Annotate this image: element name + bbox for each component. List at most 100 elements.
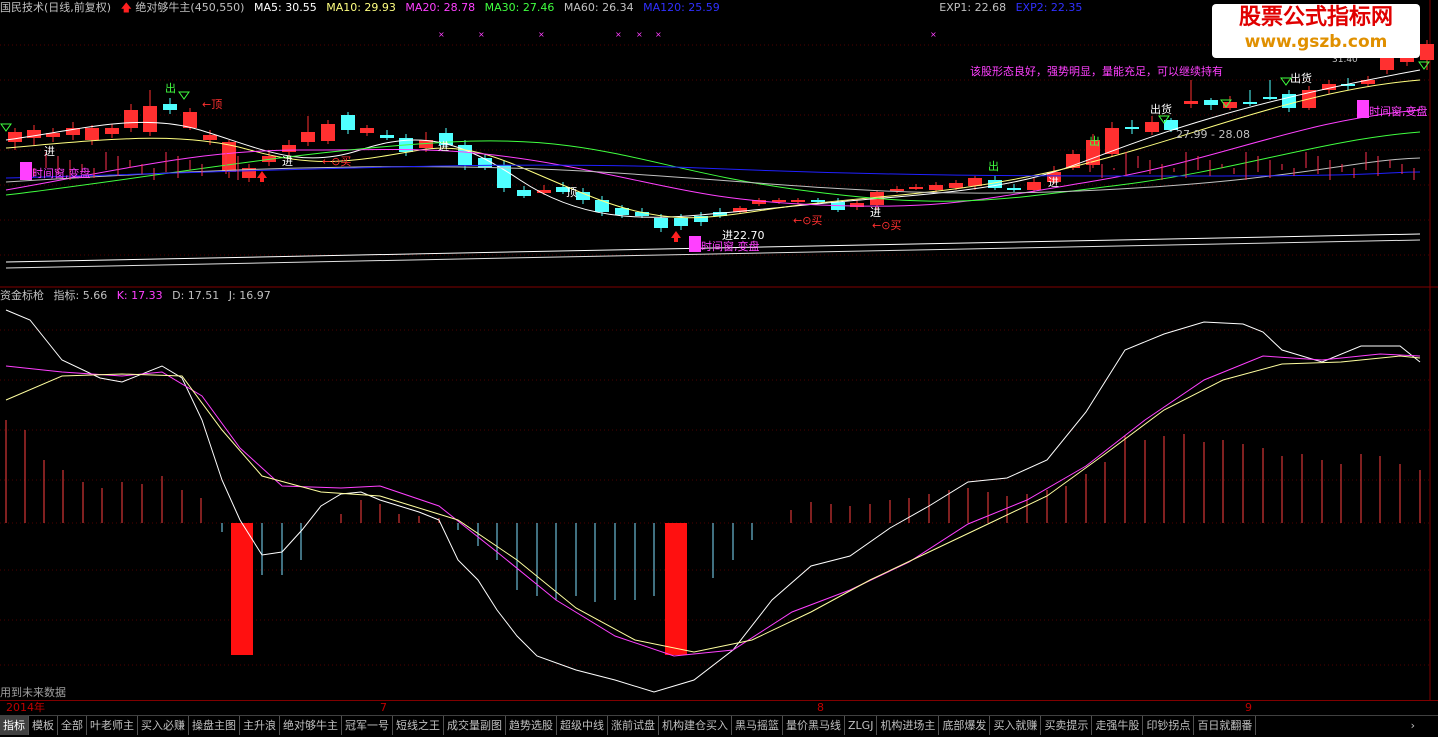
cross-marker-3: × — [615, 30, 622, 39]
future-data-note: 用到未来数据 — [0, 686, 66, 699]
tab-22[interactable]: 走强牛股 — [1092, 716, 1144, 735]
price-range-label: 27.99 - 28.08 — [1176, 128, 1250, 141]
ma60-value: MA60: 26.34 — [563, 1, 634, 14]
stock-title: 国民技术(日线,前复权) — [0, 1, 112, 14]
ma30-value: MA30: 27.46 — [484, 1, 555, 14]
cross-marker-1: × — [478, 30, 485, 39]
green-down-arrow-icon-0 — [0, 123, 12, 132]
tab-9[interactable]: 短线之王 — [393, 716, 444, 735]
cross-marker-0: × — [438, 30, 445, 39]
d-value: D: 17.51 — [172, 289, 220, 302]
j-value: J: 16.97 — [228, 289, 271, 302]
candle-body-41 — [811, 200, 825, 202]
axis-year: 2014年 — [6, 701, 45, 714]
candle-body-33 — [654, 218, 668, 228]
candle-body-18 — [360, 128, 374, 133]
candle-body-58 — [1145, 122, 1159, 132]
cross-marker-4: × — [636, 30, 643, 39]
tab-20[interactable]: 买入就赚 — [990, 716, 1042, 735]
signal-bar-2 — [665, 523, 687, 655]
candle-body-30 — [595, 200, 609, 212]
buy-label-1: ←⊙买 — [322, 155, 351, 168]
tab-15[interactable]: 黑马摇篮 — [732, 716, 783, 735]
candle-body-56 — [1105, 128, 1119, 154]
tab-6[interactable]: 主升浪 — [240, 716, 280, 735]
candle-body-60 — [1184, 101, 1198, 104]
candle-body-52 — [1027, 182, 1041, 190]
j-line — [5, 355, 1421, 653]
buy-label-3: ←⊙买 — [872, 219, 901, 232]
candle-body-70 — [1380, 58, 1394, 70]
candle-body-61 — [1204, 100, 1218, 105]
tab-11[interactable]: 趋势选股 — [506, 716, 557, 735]
candle-body-4 — [85, 128, 99, 140]
tab-4[interactable]: 买入必赚 — [138, 716, 189, 735]
tab-scroll-right-icon[interactable]: › — [1408, 716, 1418, 735]
main-chart-header: 国民技术(日线,前复权) 🡅 绝对够牛主(450,550) MA5: 30.55… — [0, 0, 1088, 16]
time-window-marker-2 — [689, 236, 701, 252]
tab-8[interactable]: 冠军一号 — [342, 716, 393, 735]
formula-name: 绝对够牛主(450,550) — [135, 1, 245, 14]
watermark-title: 股票公式指标网 — [1238, 5, 1393, 30]
ma20-line — [5, 109, 1421, 207]
candle-body-51 — [1007, 188, 1021, 190]
watermark-url: www.gszb.com — [1244, 32, 1388, 52]
chu-label-1: 出 — [165, 81, 176, 95]
tab-19[interactable]: 底部爆发 — [939, 716, 991, 735]
date-axis: 2014年 7 8 9 — [0, 700, 1438, 715]
up-arrow-icon: 🡅 — [120, 1, 132, 14]
candle-body-6 — [124, 110, 138, 128]
candle-body-40 — [791, 200, 805, 202]
tab-0[interactable]: 指标 — [0, 716, 29, 735]
candle-body-19 — [380, 135, 394, 138]
k-value: K: 17.33 — [116, 289, 163, 302]
tab-23[interactable]: 印钞拐点 — [1143, 716, 1195, 735]
tab-10[interactable]: 成交量副图 — [444, 716, 506, 735]
candle-body-5 — [105, 128, 119, 134]
tab-12[interactable]: 超级中线 — [557, 716, 608, 735]
tab-21[interactable]: 买卖提示 — [1041, 716, 1093, 735]
d-line — [5, 353, 1421, 657]
jin-label-1: 进 — [44, 145, 55, 158]
ma30-line — [5, 131, 1421, 202]
candle-body-0 — [8, 132, 22, 142]
ma120-value: MA120: 25.59 — [643, 1, 720, 14]
comment-text: 该股形态良好，强势明显，量能充足，可以继续持有 — [970, 64, 1223, 78]
tab-13[interactable]: 涨前试盘 — [608, 716, 659, 735]
top-label: ←顶 — [202, 98, 222, 111]
jin-label-2: 进 — [282, 155, 293, 168]
candle-body-72 — [1420, 44, 1434, 60]
tab-2[interactable]: 全部 — [58, 716, 87, 735]
ma10-value: MA10: 29.93 — [326, 1, 396, 14]
chu-huo-label-2: 出货 — [1150, 102, 1172, 116]
candle-body-39 — [772, 200, 786, 202]
cross-marker-5: × — [655, 30, 662, 39]
candle-body-17 — [341, 115, 355, 130]
k-line — [5, 309, 1421, 693]
axis-month-8: 8 — [817, 701, 824, 714]
candle-body-15 — [301, 132, 315, 142]
jin-label-3: 进 — [438, 140, 449, 153]
tab-16[interactable]: 量价黑马线 — [783, 716, 845, 735]
site-watermark-logo: 股票公式指标网 www.gszb.com — [1212, 4, 1420, 58]
tab-18[interactable]: 机构进场主 — [877, 716, 940, 735]
candle-body-14 — [282, 145, 296, 152]
axis-month-9: 9 — [1245, 701, 1252, 714]
ma20-value: MA20: 28.78 — [405, 1, 476, 14]
tab-1[interactable]: 模板 — [29, 716, 58, 735]
tab-17[interactable]: ZLGJ — [845, 716, 878, 735]
candle-body-26 — [517, 190, 531, 196]
tab-7[interactable]: 绝对够牛主 — [280, 716, 342, 735]
cross-marker-2: × — [538, 30, 545, 39]
tab-5[interactable]: 操盘主图 — [189, 716, 240, 735]
candle-body-8 — [163, 104, 177, 110]
candle-body-34 — [674, 218, 688, 226]
kline-chart[interactable]: 该股形态良好，强势明显，量能充足，可以继续持有27.99 - 28.08进22.… — [0, 0, 1438, 700]
chu-huo-label-1: 出货 — [1290, 71, 1312, 85]
tab-24[interactable]: 百日就翻番 — [1194, 716, 1257, 735]
tab-14[interactable]: 机构建仓买入 — [659, 716, 732, 735]
cross-marker-6: × — [930, 30, 937, 39]
exp2-value: EXP2: 22.35 — [1015, 1, 1083, 14]
tab-3[interactable]: 叶老师主 — [87, 716, 138, 735]
candle-body-16 — [321, 124, 335, 141]
